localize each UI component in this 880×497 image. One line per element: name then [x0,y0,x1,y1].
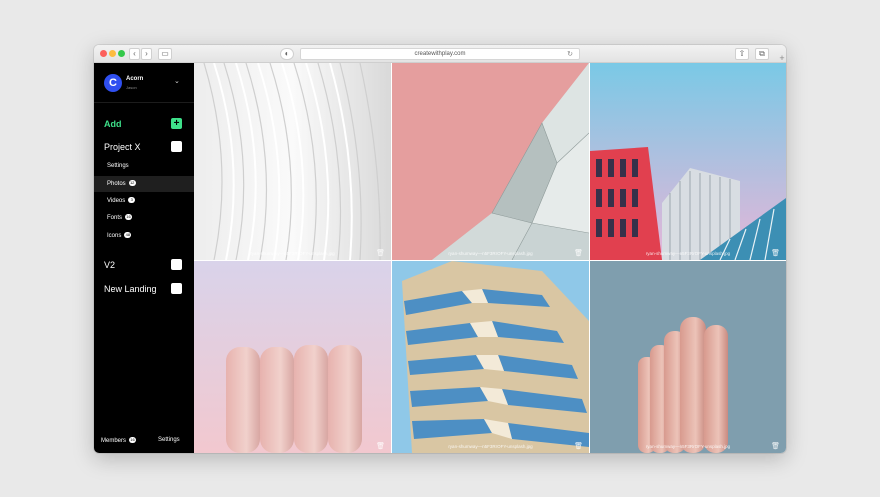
trash-icon[interactable]: 🗑 [574,249,583,257]
zoom-window-button[interactable] [118,50,125,57]
tabs-button[interactable]: ⧉ [755,48,769,60]
project-x-toggle[interactable] [171,141,182,152]
trash-icon[interactable]: 🗑 [574,442,583,450]
photo-tile[interactable]: ryan-shumway—n5F3RrOFY-unsplash.jpg 🗑 [392,63,589,260]
photo-pink-silos [194,261,391,453]
sidebar-item-settings[interactable]: Settings [94,159,194,175]
sidebar-item-label: Fonts 16 [107,214,133,221]
trash-icon[interactable]: 🗑 [376,249,385,257]
count-badge: 3 [128,197,136,203]
share-icon: ⇧ [738,49,746,58]
photo-colorful-buildings [590,63,786,260]
sidebar-footer: Members 16 Settings [94,435,194,449]
photo-pink-facade [392,63,589,260]
sidebar-item-label: Photos 12 [107,180,136,187]
file-name: ryan-shumway—n5F3RrOFY-unsplash.jpg [250,251,335,256]
count-badge: 12 [128,180,136,186]
plus-icon: + [173,118,180,129]
shield-icon: ◐ [284,49,290,58]
file-name: ryan-shumway—n5F3RrOFY-unsplash.jpg [645,251,731,256]
file-name: ryan-shumway—n5F3RrOFY-unsplash.jpg [645,444,731,449]
photo-tile[interactable]: 🗑 [194,261,391,453]
sidebar-item-fonts[interactable]: Fonts 16 [94,210,194,226]
sidebar-item-label: Settings [107,163,129,169]
photo-tile[interactable]: ryan-shumway—n5F3RrOFY-unsplash.jpg 🗑 [392,261,589,453]
sidebar: C Acorn Jason ⌄ Add + Project X Settings… [94,63,194,453]
address-bar[interactable]: createwithplay.com ↻ [300,48,580,60]
add-label[interactable]: Add [104,119,122,129]
chevron-down-icon[interactable]: ⌄ [174,77,180,85]
new-landing-toggle[interactable] [171,283,182,294]
workspace-name[interactable]: Acorn [126,76,143,82]
sidebar-item-label: Icons 48 [107,232,132,239]
sidebar-item-icons[interactable]: Icons 48 [94,228,194,244]
sidebar-item-label: Videos 3 [107,197,136,204]
file-name: ryan-shumway—n5F3RrOFY-unsplash.jpg [448,251,533,256]
workspace-avatar[interactable]: C [104,74,122,92]
browser-window: ‹ › ▭ ◐ createwithplay.com ↻ ⇧ ⧉ + C Aco… [94,45,786,453]
back-button[interactable]: ‹ [129,48,140,60]
project-item-v2[interactable]: V2 [104,260,115,270]
members-button[interactable]: Members 16 [101,437,137,444]
sidebar-icon: ▭ [161,49,169,58]
trash-icon[interactable]: 🗑 [376,442,385,450]
sidebar-toggle-button[interactable]: ▭ [158,48,172,60]
file-name: ryan-shumway—n5F3RrOFY-unsplash.jpg [448,444,533,449]
count-badge: 16 [125,214,133,220]
trash-icon[interactable]: 🗑 [771,249,780,257]
photo-tile[interactable]: ryan-shumway—n5F3RrOFY-unsplash.jpg 🗑 [590,261,786,453]
count-badge: 48 [124,232,132,238]
sidebar-divider [94,102,194,103]
workspace-subtitle: Jason [126,85,137,90]
minimize-window-button[interactable] [109,50,116,57]
sidebar-item-videos[interactable]: Videos 3 [94,193,194,209]
trash-icon[interactable]: 🗑 [771,442,780,450]
browser-toolbar: ‹ › ▭ ◐ createwithplay.com ↻ ⇧ ⧉ + [94,45,786,63]
photo-tile[interactable]: ryan-shumway—n5F3RrOFY-unsplash.jpg 🗑 [194,63,391,260]
url-text: createwithplay.com [414,51,466,57]
settings-button[interactable]: Settings [158,437,180,443]
privacy-button[interactable]: ◐ [280,48,294,60]
photo-tile[interactable]: ryan-shumway—n5F3RrOFY-unsplash.jpg 🗑 [590,63,786,260]
forward-button[interactable]: › [141,48,152,60]
close-window-button[interactable] [100,50,107,57]
chevron-right-icon: › [145,49,148,58]
photo-grid: ryan-shumway—n5F3RrOFY-unsplash.jpg 🗑 ry… [194,63,786,453]
project-item-new-landing[interactable]: New Landing [104,284,157,294]
add-button[interactable]: + [171,118,182,129]
new-tab-button[interactable]: + [777,53,786,63]
photo-twisted-tower [392,261,589,453]
photo-silos-blue [590,261,786,453]
v2-toggle[interactable] [171,259,182,270]
tabs-icon: ⧉ [759,49,765,58]
photo-white-curves [194,63,391,260]
chevron-left-icon: ‹ [133,49,136,58]
share-button[interactable]: ⇧ [735,48,749,60]
sidebar-item-photos[interactable]: Photos 12 [94,176,194,192]
members-count-badge: 16 [129,437,137,443]
project-item-project-x[interactable]: Project X [104,142,141,152]
plus-icon: + [779,53,785,63]
reload-icon[interactable]: ↻ [567,49,573,60]
